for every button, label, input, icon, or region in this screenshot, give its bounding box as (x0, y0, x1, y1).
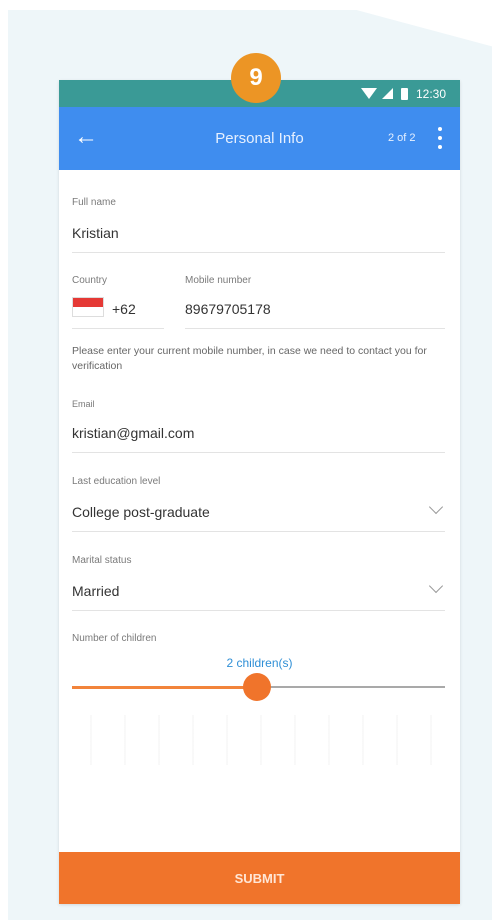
mobile-number-input[interactable]: 89679705178 (185, 301, 271, 317)
marital-status-label: Marital status (72, 555, 132, 566)
email-label: Email (72, 399, 95, 409)
email-underline (72, 452, 445, 453)
marital-chevron-down-icon[interactable] (428, 578, 444, 594)
education-chevron-down-icon[interactable] (428, 499, 444, 515)
battery-icon (400, 87, 408, 100)
mobile-number-underline (185, 328, 445, 329)
mobile-helper-text: Please enter your current mobile number,… (72, 345, 427, 372)
education-select[interactable]: College post-graduate (72, 504, 210, 520)
more-options-icon[interactable] (438, 127, 442, 149)
full-name-label: Full name (72, 197, 116, 208)
submit-button[interactable]: SUBMIT (59, 852, 460, 904)
status-time: 12:30 (415, 86, 446, 101)
country-dial-code[interactable]: +62 (112, 301, 136, 317)
children-slider-track-filled[interactable] (72, 686, 257, 689)
country-label: Country (72, 275, 108, 286)
app-bar: ← Personal Info 2 of 2 (59, 107, 460, 170)
indonesia-flag-icon[interactable] (72, 297, 104, 317)
education-label: Last education level (72, 476, 161, 487)
education-underline (72, 531, 445, 532)
page-indicator: 2 of 2 (388, 132, 416, 144)
children-label: Number of children (72, 633, 157, 644)
status-icons: 12:30 (360, 80, 446, 107)
full-name-input[interactable]: Kristian (72, 225, 119, 241)
step-number-badge: 9 (231, 53, 281, 103)
phone-screen: 12:30 ← Personal Info 2 of 2 Full name K… (59, 80, 460, 904)
email-input[interactable]: kristian@gmail.com (72, 425, 194, 441)
mobile-number-label: Mobile number (185, 275, 252, 286)
country-underline (72, 328, 164, 329)
wifi-icon (360, 88, 377, 99)
full-name-underline (72, 252, 445, 253)
marital-status-underline (72, 610, 445, 611)
marital-status-select[interactable]: Married (72, 583, 119, 599)
signal-icon (381, 88, 393, 99)
faded-background-content (72, 715, 457, 765)
children-slider-track[interactable] (257, 686, 445, 688)
children-slider-thumb[interactable] (243, 673, 271, 701)
children-slider-value: 2 children(s) (226, 656, 293, 670)
